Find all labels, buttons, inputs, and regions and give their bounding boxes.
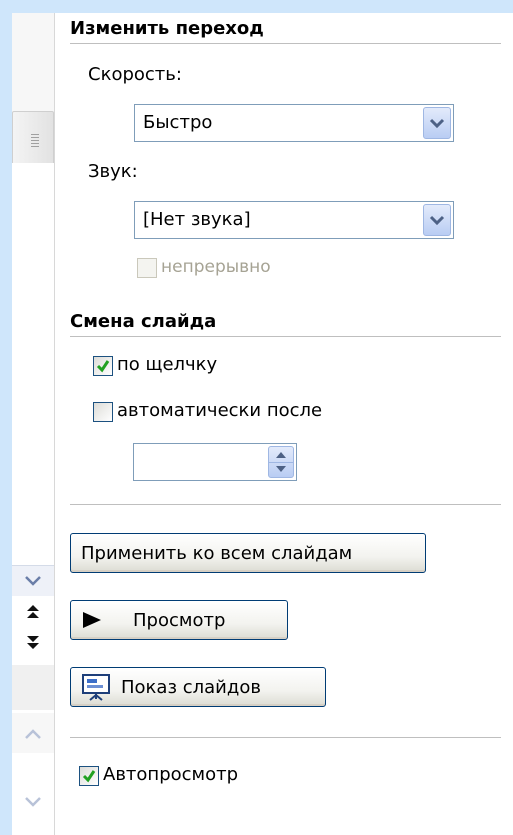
autopreview-checkbox[interactable] [79,766,99,786]
chevron-down-icon [25,797,41,807]
speed-dropdown[interactable]: Быстро [134,104,454,142]
preview-button[interactable]: Просмотр [70,600,288,640]
divider [70,336,501,337]
sound-dropdown[interactable]: [Нет звука] [134,201,454,239]
on-click-checkbox[interactable] [93,356,113,376]
divider [70,43,501,44]
apply-to-all-button[interactable]: Применить ко всем слайдам [70,533,426,573]
auto-advance-label: автоматически после [117,400,323,421]
slide-transition-pane: Изменить переход Скорость: Быстро Звук: … [60,13,513,835]
previous-slide-button[interactable] [12,598,54,630]
slide-scrollbar[interactable] [12,13,55,835]
auto-advance-checkbox[interactable] [93,402,113,422]
next-slide-button[interactable] [12,630,54,662]
grip-icon [31,134,39,148]
loop-label: непрерывно [161,257,271,277]
section-title-transition: Изменить переход [70,18,264,39]
slideshow-button[interactable]: Показ слайдов [70,667,326,707]
chevron-down-icon [25,576,41,586]
section-title-advance: Смена слайда [70,311,217,332]
loop-checkbox[interactable] [137,258,157,278]
double-down-arrow-icon [27,636,39,649]
speed-label: Скорость: [88,64,182,85]
double-up-arrow-icon [27,605,39,618]
spinner-arrows-icon[interactable] [268,446,294,478]
page: Изменить переход Скорость: Быстро Звук: … [12,13,513,835]
preview-label: Просмотр [133,609,226,631]
apply-to-all-label: Применить ко всем слайдам [81,542,353,564]
chevron-down-icon[interactable] [423,107,451,139]
checkmark-icon [96,360,110,373]
checkmark-icon [82,770,96,783]
speed-value: Быстро [143,112,213,133]
autopreview-label: Автопросмотр [103,764,239,785]
chevron-down-icon[interactable] [423,204,451,236]
chevron-up-icon [25,729,41,739]
divider [70,504,501,505]
divider [70,737,501,738]
play-icon [83,612,101,628]
slideshow-icon [82,674,110,701]
on-click-label: по щелчку [117,354,218,375]
scroll-up-button[interactable] [12,713,54,753]
sound-value: [Нет звука] [143,209,251,230]
slideshow-label: Показ слайдов [121,676,261,698]
auto-advance-time-input[interactable] [133,443,297,481]
scroll-down-button[interactable] [12,565,54,596]
sound-label: Звук: [88,161,138,182]
